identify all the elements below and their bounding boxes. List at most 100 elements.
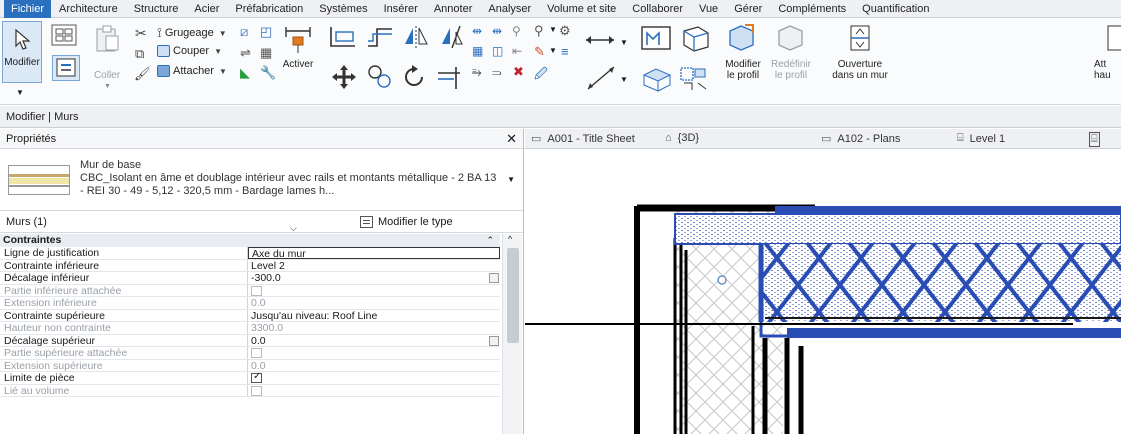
split-gap-icon[interactable]: ⇹: [492, 24, 502, 38]
menu-fichier[interactable]: Fichier: [4, 0, 52, 18]
close-icon[interactable]: ✕: [506, 129, 517, 149]
tab-a001-title-sheet[interactable]: ▭ A001 - Title Sheet: [531, 132, 635, 146]
offset-icon[interactable]: [365, 24, 395, 50]
paint-icon[interactable]: ▦: [260, 45, 272, 61]
split-face-icon[interactable]: ⇌: [240, 45, 251, 61]
base-constraint-value[interactable]: Level 2: [248, 260, 500, 271]
grugeage-button[interactable]: ⟟ Grugeage ▼: [157, 25, 227, 41]
modifier-button[interactable]: Modifier: [2, 21, 42, 83]
chevron-down-icon[interactable]: ▼: [620, 38, 628, 47]
menu-inserer[interactable]: Insérer: [376, 0, 426, 18]
group-header-contraintes[interactable]: Contraintes ⌃: [0, 234, 500, 247]
menu-structure[interactable]: Structure: [126, 0, 187, 18]
top-constraint-value[interactable]: Jusqu'au niveau: Roof Line: [248, 310, 500, 321]
properties-icon[interactable]: [50, 23, 80, 49]
chevron-down-icon[interactable]: ▼: [549, 46, 557, 55]
cut-icon[interactable]: ✂: [135, 25, 147, 42]
menu-volume-et-site[interactable]: Volume et site: [539, 0, 624, 18]
wall-opening-icon[interactable]: [845, 23, 875, 53]
base-attached-checkbox[interactable]: [251, 285, 262, 296]
trim-multiple-icon[interactable]: ⥱: [472, 65, 482, 80]
menu-acier[interactable]: Acier: [186, 0, 227, 18]
edit-type-button[interactable]: Modifier le type: [360, 211, 453, 233]
split-icon[interactable]: ⇹: [472, 24, 482, 38]
justification-dropdown[interactable]: Axe du mur: [248, 247, 500, 259]
associate-parameter-button[interactable]: [489, 273, 499, 283]
chevron-down-icon[interactable]: ▼: [620, 75, 628, 84]
tab-a102-plans[interactable]: ▭ A102 - Plans: [821, 132, 900, 146]
demolish-icon[interactable]: ◣: [240, 65, 250, 81]
wall-section-drawing[interactable]: [525, 150, 1121, 434]
edit-profile-icon[interactable]: [727, 23, 757, 53]
paste-label[interactable]: Coller: [92, 70, 122, 81]
move-icon[interactable]: [330, 63, 358, 91]
scale-icon[interactable]: ◫: [492, 44, 503, 58]
activate-dimensions-icon[interactable]: [283, 25, 313, 55]
menu-architecture[interactable]: Architecture: [51, 0, 126, 18]
room-bounding-checkbox[interactable]: [251, 372, 262, 383]
pin-icon[interactable]: ⚲: [512, 24, 521, 38]
linework-icon[interactable]: ✎: [534, 44, 545, 60]
attach-top-base-icon[interactable]: [1102, 23, 1121, 53]
mirror-axis-icon[interactable]: [401, 24, 431, 50]
couper-button[interactable]: Couper ▼: [157, 45, 222, 57]
modifier-profil-button[interactable]: Modifier le profil: [718, 59, 768, 81]
menu-analyser[interactable]: Analyser: [480, 0, 539, 18]
associate-parameter-button[interactable]: [489, 335, 499, 346]
instance-filter[interactable]: Murs (1) ⌵ Modifier le type: [0, 211, 523, 233]
override-graphics-icon[interactable]: ⚙: [559, 23, 571, 39]
wall-profile-icon[interactable]: ◰: [260, 24, 272, 40]
type-properties-button[interactable]: [52, 55, 80, 81]
array-icon[interactable]: ▦: [472, 44, 483, 58]
scrollbar-thumb[interactable]: [507, 248, 519, 343]
match-properties-icon[interactable]: 🖌: [134, 66, 151, 82]
measure-icon[interactable]: [584, 33, 618, 47]
properties-scrollbar[interactable]: ^: [502, 234, 522, 434]
scroll-up-icon[interactable]: ^: [508, 234, 512, 244]
paint-brush-icon[interactable]: 🖉: [534, 65, 548, 87]
tab-level-1[interactable]: ⌸ Level 1: [957, 132, 1005, 145]
top-offset-field[interactable]: 0.0: [248, 335, 500, 346]
tab-active-view[interactable]: ⌸: [1089, 132, 1100, 147]
menu-annoter[interactable]: Annoter: [426, 0, 481, 18]
hide-element-icon[interactable]: ⚲: [534, 23, 544, 39]
create-similar-icon[interactable]: [678, 65, 712, 93]
base-offset-field[interactable]: -300.0: [248, 272, 500, 284]
activer-label[interactable]: Activer: [279, 59, 317, 70]
delete-icon[interactable]: ✖: [513, 64, 524, 80]
wall-joins-icon[interactable]: ⧄: [240, 24, 248, 40]
dimension-icon[interactable]: [584, 63, 618, 93]
menu-complements[interactable]: Compléments: [770, 0, 854, 18]
create-assembly-icon[interactable]: [640, 25, 674, 53]
rotate-icon[interactable]: [400, 63, 428, 91]
drawing-canvas[interactable]: [525, 150, 1121, 434]
paste-icon[interactable]: [92, 24, 122, 54]
mirror-draw-icon[interactable]: [438, 24, 468, 50]
create-parts-icon[interactable]: [678, 25, 712, 53]
collapse-icon[interactable]: ⌃: [486, 234, 494, 247]
copy-element-icon[interactable]: [366, 63, 394, 91]
unpin-icon[interactable]: ⇤: [512, 44, 522, 58]
pick-icon[interactable]: 🔧: [260, 65, 276, 81]
related-to-mass-checkbox[interactable]: [251, 385, 262, 396]
paste-caret-icon[interactable]: ▼: [104, 83, 111, 90]
attacher-haut-button[interactable]: Att hau: [1094, 59, 1121, 81]
top-attached-checkbox[interactable]: [251, 348, 262, 358]
trim-extend-icon[interactable]: [436, 63, 464, 91]
chevron-down-icon[interactable]: ▼: [16, 88, 24, 97]
chevron-down-icon[interactable]: ▼: [549, 25, 557, 34]
menu-quantification[interactable]: Quantification: [854, 0, 937, 18]
menu-collaborer[interactable]: Collaborer: [624, 0, 691, 18]
align-icon[interactable]: [328, 24, 358, 50]
control-point-icon[interactable]: [717, 275, 727, 285]
menu-gerer[interactable]: Gérer: [726, 0, 770, 18]
type-selector[interactable]: Mur de base CBC_Isolant en âme et doubla…: [0, 149, 523, 211]
menu-prefabrication[interactable]: Préfabrication: [227, 0, 311, 18]
trim-single-icon[interactable]: ⥰: [492, 65, 502, 80]
copy-icon[interactable]: ⧉: [135, 46, 144, 62]
attacher-button[interactable]: Attacher ▼: [157, 65, 227, 77]
redefinir-profil-button[interactable]: Redéfinir le profil: [766, 59, 816, 81]
menu-vue[interactable]: Vue: [691, 0, 726, 18]
create-group-icon[interactable]: [640, 65, 674, 93]
join-lines-icon[interactable]: ≡: [561, 44, 569, 59]
